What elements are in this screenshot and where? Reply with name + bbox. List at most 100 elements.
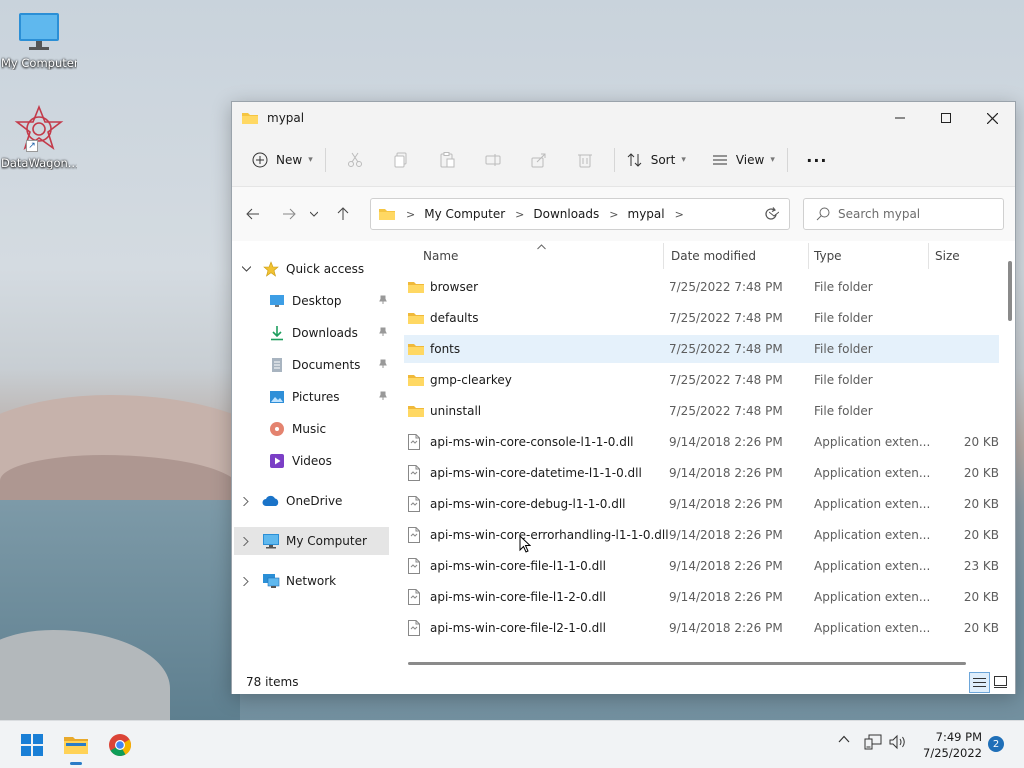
file-date-modified: 9/14/2018 2:26 PM <box>669 590 783 604</box>
address-bar[interactable]: > My Computer > Downloads > mypal > <box>370 198 790 230</box>
view-button[interactable]: View ▾ <box>706 144 781 176</box>
desktop-icon-my-computer[interactable]: My Computer <box>1 10 77 70</box>
nav-item-music[interactable]: Music <box>268 415 388 443</box>
network-status-button[interactable] <box>864 734 882 750</box>
breadcrumb-downloads[interactable]: Downloads > <box>533 207 627 221</box>
column-header-name[interactable]: Name <box>423 249 458 263</box>
nav-item-quick-access[interactable]: Quick access <box>238 255 388 283</box>
nav-item-label: OneDrive <box>286 494 343 508</box>
more-options-button[interactable]: ··· <box>794 144 840 176</box>
clock-time: 7:49 PM <box>935 730 982 744</box>
title-bar[interactable]: mypal <box>232 102 1015 134</box>
nav-item-label: Videos <box>292 454 332 468</box>
vertical-scrollbar-thumb[interactable] <box>1008 261 1012 321</box>
file-name: api-ms-win-core-file-l1-1-0.dll <box>430 559 606 573</box>
file-row[interactable]: fonts 7/25/2022 7:48 PM File folder <box>404 335 999 363</box>
file-row[interactable]: api-ms-win-core-datetime-l1-1-0.dll 9/14/… <box>404 459 999 487</box>
file-row[interactable]: api-ms-win-core-file-l1-1-0.dll 9/14/2018… <box>404 552 999 580</box>
notification-badge[interactable]: 2 <box>988 736 1004 752</box>
pictures-icon <box>268 389 286 405</box>
nav-item-onedrive[interactable]: OneDrive <box>238 487 388 515</box>
nav-item-my-computer[interactable]: My Computer <box>234 527 389 555</box>
nav-item-label: Music <box>292 422 327 436</box>
new-button[interactable]: New ▾ <box>246 144 319 176</box>
tiles-view-button[interactable] <box>990 672 1011 693</box>
maximize-button[interactable] <box>923 102 969 134</box>
expand-arrow-icon[interactable] <box>238 536 254 546</box>
expand-arrow-icon[interactable] <box>238 576 254 586</box>
nav-item-downloads[interactable]: Downloads <box>268 319 388 347</box>
share-button[interactable] <box>516 144 562 176</box>
navigation-pane: Quick access Desktop Downloads Documents… <box>232 241 392 671</box>
file-row[interactable]: api-ms-win-core-debug-l1-1-0.dll 9/14/201… <box>404 490 999 518</box>
arrow-up-icon <box>337 207 349 221</box>
show-hidden-icons-button[interactable] <box>838 735 850 743</box>
file-row[interactable]: defaults 7/25/2022 7:48 PM File folder <box>404 304 999 332</box>
column-divider[interactable] <box>928 243 929 269</box>
network-tray-icon <box>864 734 882 750</box>
file-row[interactable]: api-ms-win-core-errorhandling-l1-1-0.dll… <box>404 521 999 549</box>
copy-button[interactable] <box>378 144 424 176</box>
file-row[interactable]: browser 7/25/2022 7:48 PM File folder <box>404 273 999 301</box>
column-divider[interactable] <box>663 243 664 269</box>
shortcut-arrow-icon: ↗ <box>26 140 38 152</box>
file-size: 20 KB <box>963 590 999 604</box>
nav-item-videos[interactable]: Videos <box>268 447 388 475</box>
column-header-size[interactable]: Size <box>935 249 960 263</box>
search-box[interactable] <box>803 198 1004 230</box>
file-type: File folder <box>814 373 873 387</box>
column-divider[interactable] <box>808 243 809 269</box>
paste-button[interactable] <box>424 144 470 176</box>
column-header-type[interactable]: Type <box>814 249 842 263</box>
file-row[interactable]: gmp-clearkey 7/25/2022 7:48 PM File folder <box>404 366 999 394</box>
recent-locations-button[interactable] <box>304 199 324 229</box>
clock[interactable]: 7:49 PM 7/25/2022 <box>916 729 982 761</box>
search-input[interactable] <box>838 207 988 221</box>
file-date-modified: 9/14/2018 2:26 PM <box>669 559 783 573</box>
taskbar-chrome[interactable] <box>104 729 136 761</box>
refresh-button[interactable] <box>754 199 788 229</box>
nav-item-documents[interactable]: Documents <box>268 351 388 379</box>
expand-arrow-icon[interactable] <box>238 266 254 272</box>
file-row[interactable]: api-ms-win-core-file-l1-2-0.dll 9/14/2018… <box>404 583 999 611</box>
file-row[interactable]: api-ms-win-core-console-l1-1-0.dll 9/14/2… <box>404 428 999 456</box>
expand-arrow-icon[interactable] <box>238 496 254 506</box>
toolbar-divider <box>324 148 326 172</box>
breadcrumb-mypal[interactable]: mypal > <box>628 207 693 221</box>
file-name: api-ms-win-core-debug-l1-1-0.dll <box>430 497 626 511</box>
up-button[interactable] <box>328 199 358 229</box>
breadcrumb-my-computer[interactable]: My Computer > <box>424 207 533 221</box>
nav-item-network[interactable]: Network <box>238 567 388 595</box>
dll-file-icon <box>407 495 427 513</box>
file-date-modified: 9/14/2018 2:26 PM <box>669 528 783 542</box>
nav-item-desktop[interactable]: Desktop <box>268 287 388 315</box>
delete-button[interactable] <box>562 144 608 176</box>
rename-button[interactable] <box>470 144 516 176</box>
nav-item-pictures[interactable]: Pictures <box>268 383 388 411</box>
horizontal-scrollbar-thumb[interactable] <box>408 662 966 665</box>
sort-button[interactable]: Sort ▾ <box>621 144 692 176</box>
close-button[interactable] <box>969 102 1015 134</box>
forward-button[interactable] <box>274 199 304 229</box>
desktop-icon-datawagon[interactable]: ↗ DataWagon... <box>1 104 77 170</box>
taskbar-file-explorer[interactable] <box>60 729 92 765</box>
star-icon <box>262 261 280 277</box>
minimize-button[interactable] <box>877 102 923 134</box>
file-date-modified: 9/14/2018 2:26 PM <box>669 621 783 635</box>
file-name: api-ms-win-core-file-l1-2-0.dll <box>430 590 606 604</box>
view-label: View <box>735 153 765 167</box>
file-row[interactable]: api-ms-win-core-file-l2-1-0.dll 9/14/2018… <box>404 614 999 642</box>
back-button[interactable] <box>238 199 268 229</box>
details-view-button[interactable] <box>969 671 990 693</box>
start-button[interactable] <box>16 729 48 761</box>
file-row[interactable]: uninstall 7/25/2022 7:48 PM File folder <box>404 397 999 425</box>
folder-icon <box>407 309 427 327</box>
file-date-modified: 9/14/2018 2:26 PM <box>669 497 783 511</box>
plus-circle-icon <box>252 152 268 168</box>
nav-item-label: Desktop <box>292 294 342 308</box>
cut-button[interactable] <box>332 144 378 176</box>
column-header-date[interactable]: Date modified <box>671 249 756 263</box>
volume-button[interactable] <box>889 734 907 750</box>
content-area: Quick access Desktop Downloads Documents… <box>232 241 1015 694</box>
file-size: 20 KB <box>963 621 999 635</box>
